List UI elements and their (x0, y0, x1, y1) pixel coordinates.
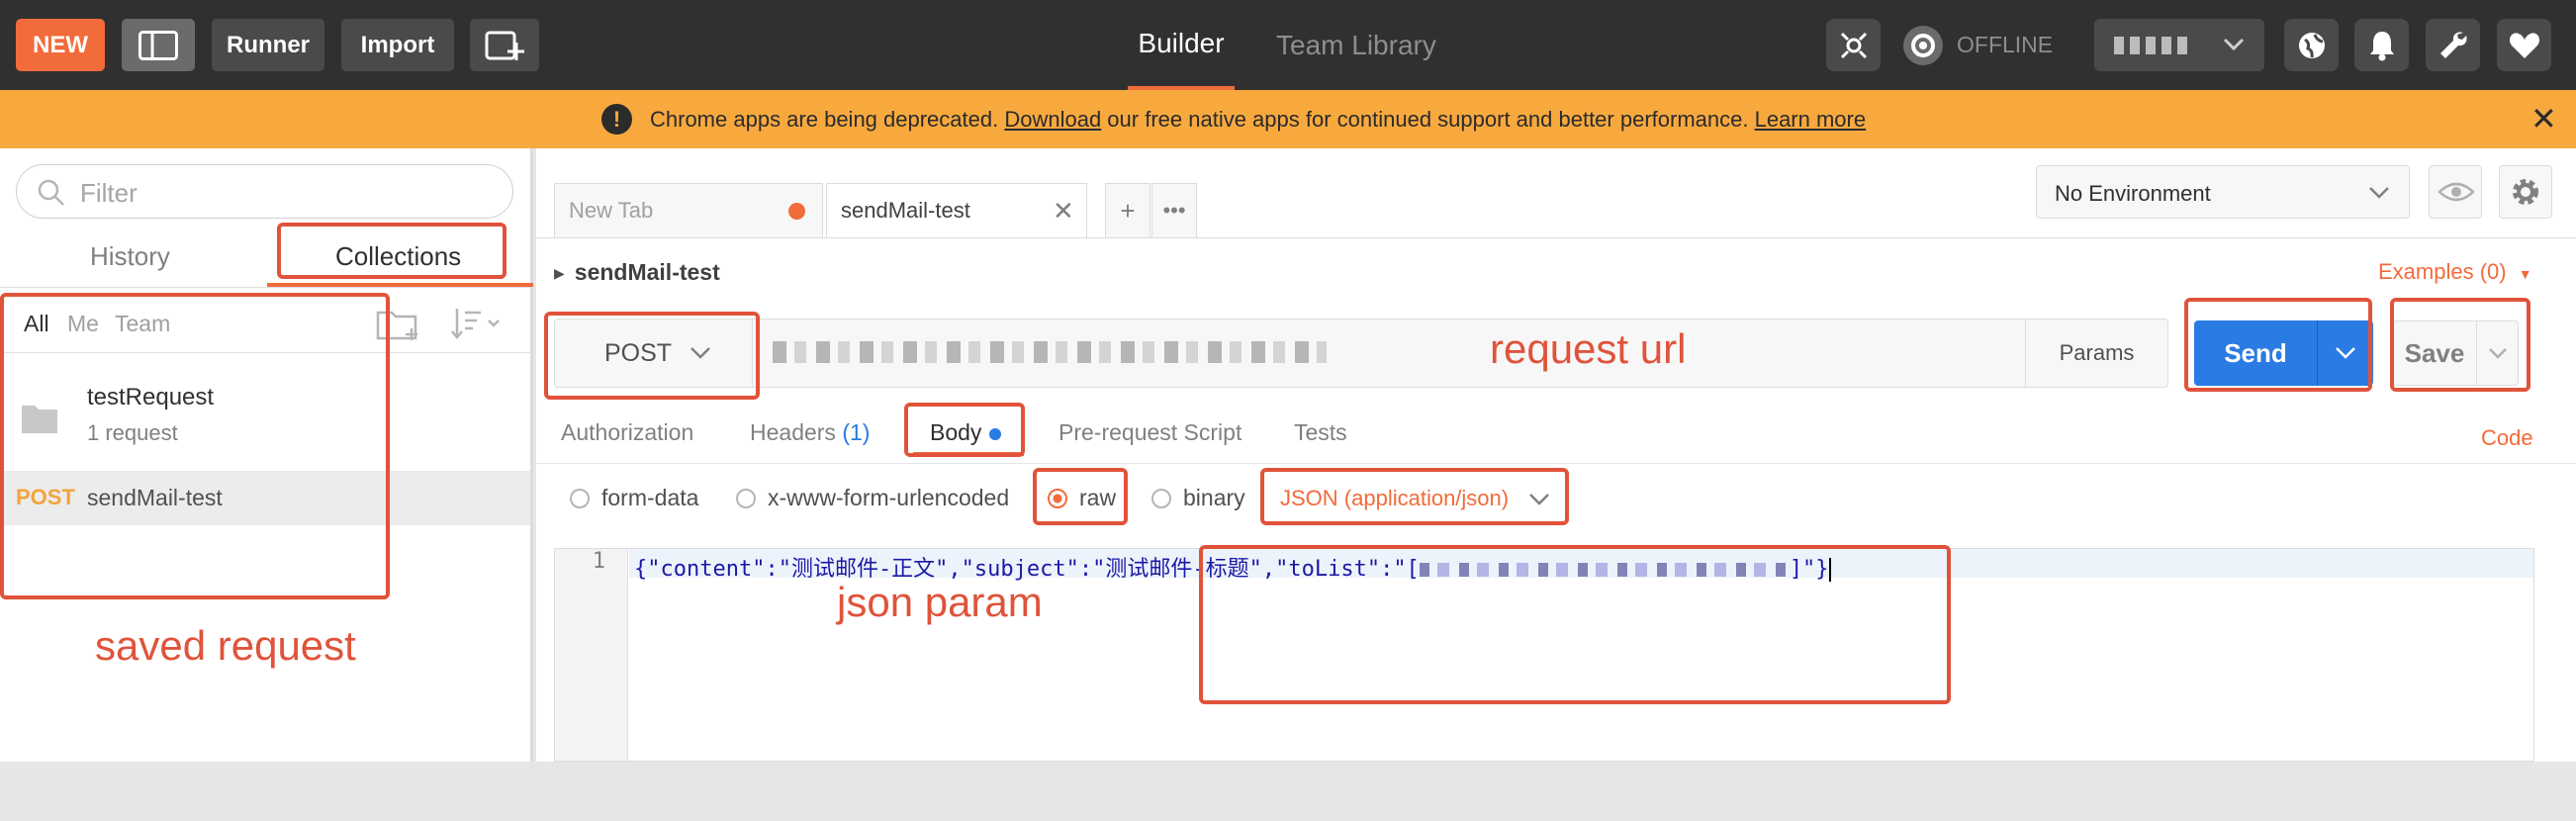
divider (536, 237, 2576, 238)
close-icon[interactable]: ✕ (2530, 100, 2557, 137)
new-button[interactable]: NEW (16, 19, 105, 71)
satellite-icon (1840, 32, 1867, 58)
import-button[interactable]: Import (341, 19, 454, 71)
caret-down-icon: ▼ (2518, 266, 2532, 282)
tab-new-tab[interactable]: New Tab (554, 183, 823, 237)
filter-placeholder: Filter (80, 178, 138, 208)
radio-urlencoded[interactable]: x-www-form-urlencoded (736, 485, 1009, 511)
tab-headers[interactable]: Headers (1) (750, 419, 870, 446)
bell-icon (2369, 31, 2394, 60)
line-number: 1 (592, 549, 605, 574)
top-bar: NEW Runner Import Builder Team Library O… (0, 0, 2576, 90)
tab-tests[interactable]: Tests (1294, 419, 1347, 446)
banner-message: Chrome apps are being deprecated. Downlo… (650, 107, 1866, 133)
close-tab-icon[interactable]: ✕ (1053, 196, 1074, 227)
runner-button[interactable]: Runner (212, 19, 324, 71)
banner-text-start: Chrome apps are being deprecated. (650, 107, 1005, 132)
new-window-button[interactable] (470, 19, 539, 71)
add-tab-button[interactable]: + (1105, 183, 1150, 237)
download-link[interactable]: Download (1004, 107, 1101, 132)
divider (0, 287, 530, 288)
layout-icon (138, 30, 178, 60)
gear-icon (2513, 179, 2538, 205)
tab-history[interactable]: History (90, 241, 170, 272)
annotation-json-param-box (1199, 545, 1951, 704)
annotation-body-box (904, 403, 1025, 457)
line-gutter: 1 (555, 549, 628, 761)
tab-team-library[interactable]: Team Library (1276, 0, 1436, 90)
chevron-down-icon (2369, 187, 2389, 199)
radio-form-data[interactable]: form-data (570, 485, 698, 511)
headers-label: Headers (750, 419, 836, 445)
wrench-icon (2439, 31, 2467, 58)
annotation-saved-request-box (0, 293, 390, 599)
banner-text-end: our free native apps for continued suppo… (1101, 107, 1755, 132)
headers-count: (1) (842, 419, 871, 445)
url-input[interactable] (773, 341, 1327, 363)
new-window-icon (485, 31, 524, 60)
chevron-down-icon (2223, 38, 2245, 51)
toggle-sidebar-button[interactable] (122, 19, 195, 71)
radio-circle (736, 488, 756, 508)
globe-button[interactable] (2284, 19, 2339, 71)
eye-icon (2438, 182, 2475, 202)
learn-more-link[interactable]: Learn more (1755, 107, 1867, 132)
annotation-collections-box (277, 223, 506, 279)
heart-icon (2509, 32, 2539, 58)
annotation-saved-request-label: saved request (95, 622, 356, 669)
settings-button[interactable] (2426, 19, 2480, 71)
filter-input[interactable]: Filter (16, 164, 513, 219)
divider (536, 463, 2576, 464)
annotation-save-box (2390, 298, 2530, 392)
tab-builder[interactable]: Builder (1128, 0, 1235, 90)
warning-icon: ! (601, 104, 632, 135)
breadcrumb-label: sendMail-test (574, 259, 720, 285)
url-bar: POST Params (554, 319, 2168, 388)
environment-select[interactable]: No Environment (2036, 165, 2410, 219)
notifications-button[interactable] (2354, 19, 2409, 71)
tab-label: sendMail-test (841, 198, 970, 223)
annotation-json-param-label: json param (837, 579, 1043, 625)
radio-circle (570, 488, 590, 508)
avatar (2114, 37, 2193, 54)
environment-value: No Environment (2055, 181, 2211, 206)
manage-environments-button[interactable] (2499, 165, 2552, 219)
tab-label: New Tab (569, 198, 654, 223)
code-link[interactable]: Code (2481, 425, 2533, 451)
sync-icon (1903, 25, 1943, 65)
examples-dropdown[interactable]: Examples (0) ▼ (2378, 259, 2532, 285)
radio-binary[interactable]: binary (1151, 485, 1245, 511)
deprecation-banner: ! Chrome apps are being deprecated. Down… (0, 90, 2576, 148)
caret-right-icon: ▶ (554, 265, 565, 282)
globe-icon (2298, 32, 2325, 58)
heart-button[interactable] (2497, 19, 2551, 71)
params-button[interactable]: Params (2025, 319, 2167, 387)
examples-label: Examples (0) (2378, 259, 2507, 284)
tab-pre-request-script[interactable]: Pre-request Script (1058, 419, 1242, 446)
radio-label: binary (1183, 485, 1245, 510)
radio-circle (1151, 488, 1171, 508)
tab-authorization[interactable]: Authorization (561, 419, 693, 446)
sync-status-label: OFFLINE (1957, 32, 2054, 57)
annotation-method-box (544, 312, 760, 400)
more-tabs-button[interactable]: ••• (1151, 183, 1197, 237)
annotation-raw-box (1033, 468, 1128, 525)
annotation-request-url-label: request url (1490, 325, 1687, 372)
unsaved-dot-icon (788, 203, 805, 220)
bottom-area (0, 762, 2576, 821)
radio-label: form-data (601, 485, 699, 510)
radio-label: x-www-form-urlencoded (768, 485, 1010, 510)
environment-quick-look-button[interactable] (2429, 165, 2482, 219)
annotation-content-type-box (1260, 468, 1569, 525)
interceptor-button[interactable] (1826, 19, 1881, 71)
user-menu[interactable] (2094, 19, 2264, 71)
annotation-send-box (2184, 298, 2372, 392)
search-icon (38, 179, 64, 206)
sort-icon[interactable] (451, 307, 505, 340)
sync-status[interactable]: OFFLINE (1901, 19, 2053, 71)
request-breadcrumb[interactable]: ▶ sendMail-test (554, 259, 720, 286)
tab-sendmail-test[interactable]: sendMail-test ✕ (826, 183, 1087, 237)
